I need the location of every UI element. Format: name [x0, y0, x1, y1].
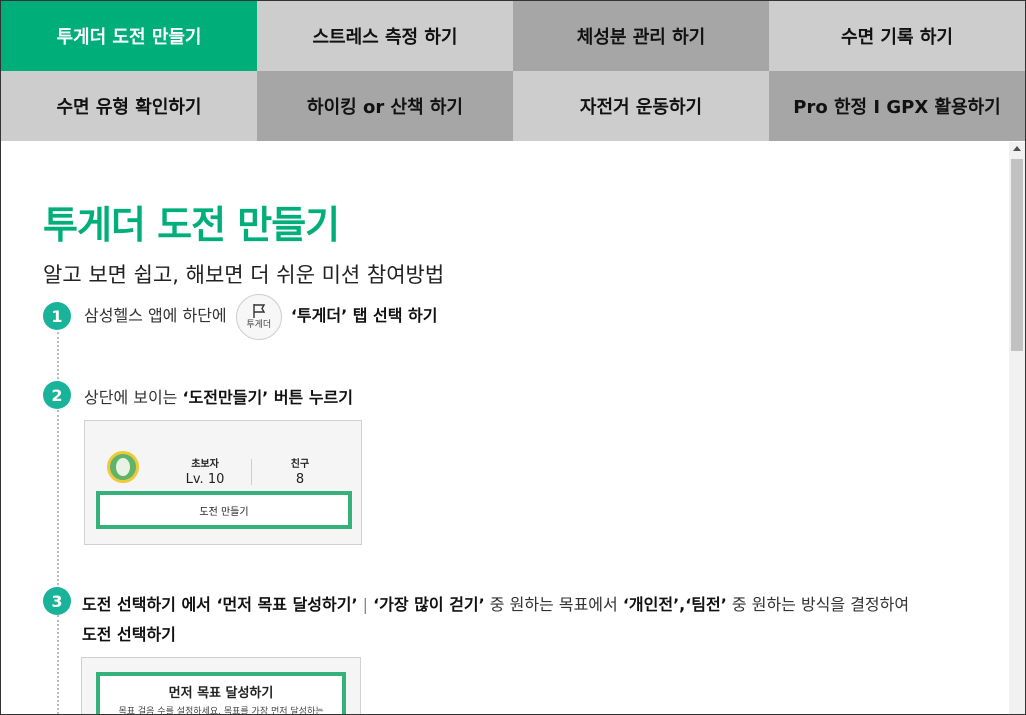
avatar	[107, 451, 139, 483]
step-3-target-goal: 도전 선택하기 에서 ‘먼저 목표 달성하기’	[82, 595, 358, 614]
friend-stat: 친구 8	[275, 455, 325, 487]
goal-option-desc: 목표 걸음 수를 설정하세요. 목표를 가장 먼저 달성하는	[118, 707, 324, 714]
make-challenge-button: 도전 만들기	[96, 491, 352, 529]
step-3-suffix: 중 원하는 방식을 결정하여	[726, 595, 910, 614]
friend-value: 8	[295, 472, 305, 487]
friend-label: 친구	[290, 459, 310, 470]
step-2-emphasis: ‘도전만들기’ 버튼 누르기	[182, 388, 354, 407]
goal-option-box: 먼저 목표 달성하기 목표 걸음 수를 설정하세요. 목표를 가장 먼저 달성하…	[96, 672, 346, 714]
together-tab-icon-label: 투게더	[246, 320, 272, 330]
step-3-connector-text: 중 원하는 목표에서	[484, 595, 623, 614]
flag-icon	[253, 304, 265, 318]
level-label: 초보자	[191, 459, 219, 470]
step-3-modes: ‘개인전’,‘팀전’	[622, 595, 727, 614]
step-1-badge: 1	[43, 302, 71, 330]
step-3-separator: |	[357, 595, 374, 614]
step-3-most-steps: ‘가장 많이 걷기’	[373, 595, 485, 614]
guide-content: 투게더 도전 만들기 알고 보면 쉽고, 해보면 더 쉬운 미션 참여방법 1 …	[1, 142, 1009, 714]
step-3-badge: 3	[43, 587, 71, 615]
step-3-line-2-text: 도전 선택하기	[82, 625, 176, 644]
step-3-line-2: 도전 선택하기	[82, 621, 176, 645]
page-title: 투게더 도전 만들기	[43, 203, 340, 247]
tab-hiking-walk[interactable]: 하이킹 or 산책 하기	[257, 71, 513, 141]
tab-cycling[interactable]: 자전거 운동하기	[513, 71, 769, 141]
goal-option-title: 먼저 목표 달성하기	[168, 686, 274, 701]
step-connector	[57, 410, 59, 597]
step-3-line-1: 도전 선택하기 에서 ‘먼저 목표 달성하기’ | ‘가장 많이 걷기’ 중 원…	[82, 591, 909, 615]
tab-stress-measure[interactable]: 스트레스 측정 하기	[257, 1, 513, 71]
goal-select-screenshot: 먼저 목표 달성하기 목표 걸음 수를 설정하세요. 목표를 가장 먼저 달성하…	[81, 657, 361, 714]
vertical-scrollbar[interactable]	[1009, 142, 1025, 714]
step-connector	[57, 615, 59, 714]
step-1-text: 삼성헬스 앱에 하단에 투게더 ‘투게더’ 탭 선택 하기	[84, 293, 437, 340]
tab-pro-gpx[interactable]: Pro 한정 I GPX 활용하기	[769, 71, 1025, 141]
step-2-prefix: 상단에 보이는	[84, 388, 178, 407]
level-value: Lv. 10	[185, 472, 225, 487]
together-tab-icon: 투게더	[235, 293, 282, 340]
scrollbar-thumb[interactable]	[1011, 159, 1023, 351]
step-1-emphasis: ‘투게더’ 탭 선택 하기	[290, 306, 438, 325]
challenge-button-screenshot: 초보자 Lv. 10 친구 8 도전 만들기	[84, 420, 362, 545]
feature-tab-grid: 투게더 도전 만들기 스트레스 측정 하기 체성분 관리 하기 수면 기록 하기…	[1, 1, 1025, 142]
tab-sleep-record[interactable]: 수면 기록 하기	[769, 1, 1025, 71]
page-subtitle: 알고 보면 쉽고, 해보면 더 쉬운 미션 참여방법	[43, 263, 445, 287]
browser-viewport: 투게더 도전 만들기 스트레스 측정 하기 체성분 관리 하기 수면 기록 하기…	[0, 0, 1026, 715]
level-stat: 초보자 Lv. 10	[175, 455, 235, 487]
stat-divider	[251, 459, 252, 485]
step-2-badge: 2	[43, 381, 71, 409]
tab-body-composition[interactable]: 체성분 관리 하기	[513, 1, 769, 71]
tab-together-challenge[interactable]: 투게더 도전 만들기	[1, 1, 257, 71]
step-connector	[57, 332, 59, 387]
step-1-prefix: 삼성헬스 앱에 하단에	[84, 306, 227, 325]
step-2-text: 상단에 보이는 ‘도전만들기’ 버튼 누르기	[84, 384, 353, 408]
scroll-up-arrow-icon[interactable]	[1013, 146, 1021, 151]
tab-sleep-type[interactable]: 수면 유형 확인하기	[1, 71, 257, 141]
